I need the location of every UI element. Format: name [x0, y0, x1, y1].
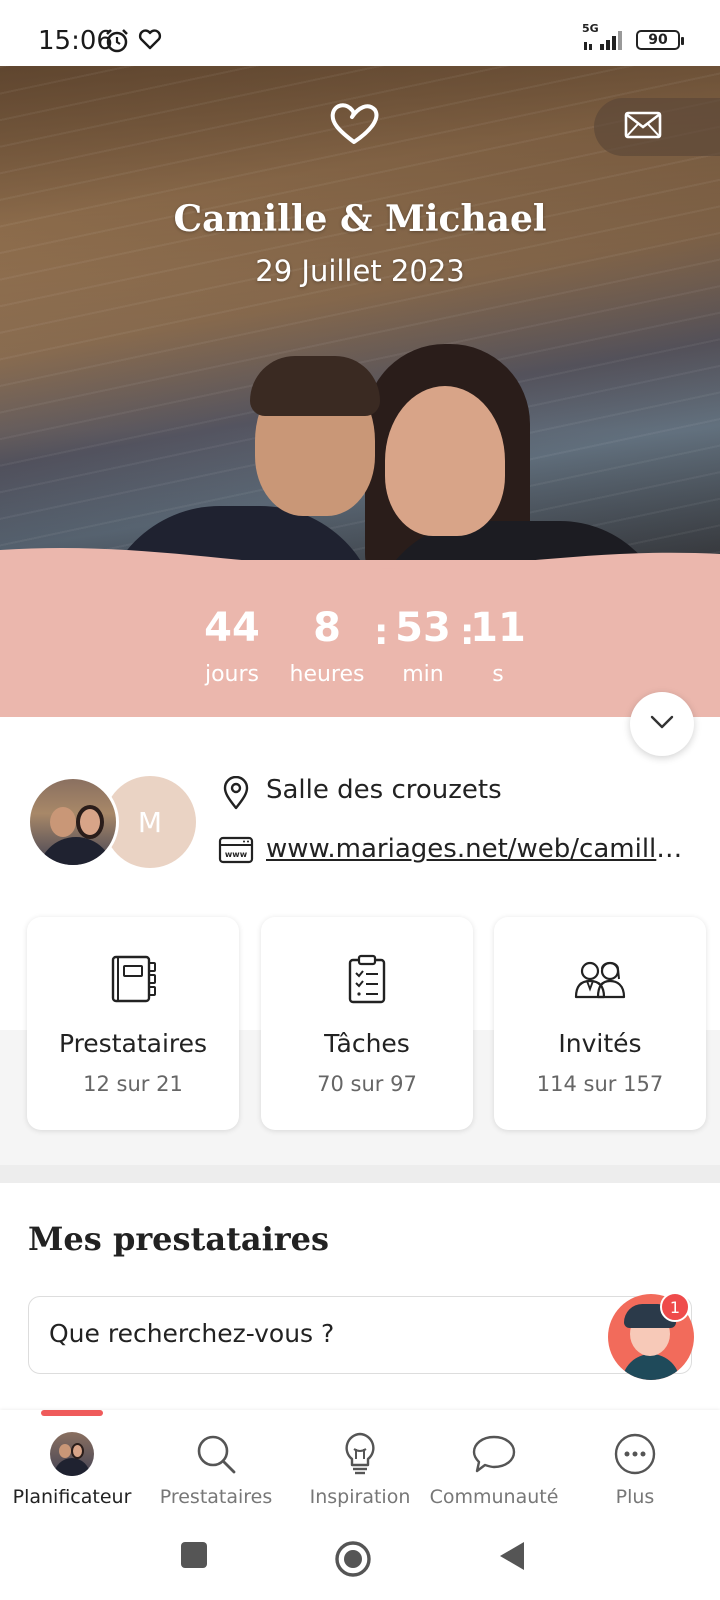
countdown-hours-label: heures	[289, 662, 365, 687]
nav-label: Planificateur	[12, 1486, 132, 1508]
recent-apps-button[interactable]	[179, 1540, 209, 1574]
status-time: 15:06	[38, 26, 113, 56]
guests-icon	[494, 953, 706, 1005]
notebook-icon	[27, 953, 239, 1005]
nav-label: Plus	[615, 1486, 655, 1508]
countdown-minutes-label: min	[402, 662, 444, 687]
clipboard-checklist-icon	[261, 953, 473, 1005]
nav-avatar-face-1	[59, 1444, 71, 1458]
messages-button[interactable]	[594, 98, 720, 156]
nav-planificateur[interactable]: Planificateur	[0, 1430, 144, 1508]
assistant-body	[622, 1354, 680, 1380]
profile-photo-icon	[0, 1430, 144, 1478]
chevron-down-icon	[649, 714, 675, 734]
card-prestataires[interactable]: Prestataires 12 sur 21	[27, 917, 239, 1130]
wedding-date: 29 Juillet 2023	[255, 254, 465, 288]
nav-avatar	[50, 1432, 94, 1476]
countdown-minutes-value: 53	[395, 605, 451, 651]
battery-indicator: 90	[636, 30, 684, 50]
countdown-days-value: 44	[204, 605, 260, 651]
card-invites[interactable]: Invités 114 sur 157	[494, 917, 706, 1130]
countdown-days: 44 jours	[192, 608, 272, 687]
card-title: Prestataires	[58, 1029, 208, 1058]
couple-names: Camille & Michael	[173, 198, 547, 240]
photo-person-2-face	[385, 386, 505, 536]
countdown-minutes: 53 min	[386, 608, 460, 687]
lightbulb-icon	[288, 1430, 432, 1478]
nav-communaute[interactable]: Communauté	[422, 1430, 566, 1508]
card-count: 12 sur 21	[83, 1072, 183, 1096]
search-placeholder: Que recherchez-vous ?	[49, 1319, 335, 1348]
countdown-seconds-label: s	[492, 662, 504, 687]
countdown-hours: 8 heures	[280, 608, 374, 687]
website-icon: www	[218, 835, 254, 869]
countdown-hours-value: 8	[313, 605, 341, 651]
hero-photo[interactable]: Camille & Michael 29 Juillet 2023	[0, 66, 720, 586]
nav-plus[interactable]: Plus	[563, 1430, 707, 1508]
expand-button[interactable]	[630, 692, 694, 756]
wedding-website-link[interactable]: www.mariages.net/web/camille-...	[266, 834, 696, 864]
countdown-seconds: 11 s	[470, 608, 526, 687]
more-icon	[563, 1430, 707, 1478]
chat-bubble-icon	[422, 1430, 566, 1478]
countdown-seconds-value: 11	[470, 605, 526, 651]
nav-avatar-face-2	[71, 1443, 84, 1459]
notification-badge: 1	[660, 1292, 690, 1322]
card-count: 114 sur 157	[536, 1072, 664, 1096]
nav-label: Communauté	[429, 1486, 559, 1508]
home-button[interactable]	[334, 1540, 372, 1582]
nav-label: Prestataires	[159, 1486, 273, 1508]
vendor-search-input[interactable]: Que recherchez-vous ?	[28, 1296, 692, 1374]
alarm-icon	[104, 28, 130, 58]
nav-label: Inspiration	[309, 1486, 411, 1508]
heart-status-icon	[138, 28, 162, 56]
card-title: Invités	[558, 1029, 642, 1058]
heart-logo-icon	[328, 100, 380, 150]
active-tab-indicator	[41, 1410, 103, 1416]
avatar-face-1	[50, 807, 76, 837]
card-count: 70 sur 97	[317, 1072, 417, 1096]
countdown-wave	[0, 547, 720, 590]
nav-inspiration[interactable]: Inspiration	[288, 1430, 432, 1508]
couple-avatar[interactable]	[27, 776, 119, 868]
venue-name[interactable]: Salle des crouzets	[266, 775, 502, 805]
nav-prestataires[interactable]: Prestataires	[144, 1430, 288, 1508]
partner-avatar-initial: M	[137, 805, 163, 839]
section-divider	[0, 1165, 720, 1183]
section-title: Mes prestataires	[28, 1220, 329, 1258]
back-button[interactable]	[497, 1540, 527, 1576]
svg-text:www: www	[225, 850, 248, 859]
location-pin-icon	[222, 775, 250, 814]
status-bar: 15:06 5G 90	[0, 0, 720, 66]
photo-person-1-hair	[250, 356, 380, 416]
countdown-days-label: jours	[204, 662, 260, 687]
card-title: Tâches	[324, 1029, 410, 1058]
card-taches[interactable]: Tâches 70 sur 97	[261, 917, 473, 1130]
signal-icon: 5G	[582, 22, 626, 52]
avatar-body	[38, 837, 114, 865]
avatar-face-2	[76, 805, 104, 839]
nav-avatar-body	[54, 1458, 90, 1476]
search-icon	[144, 1430, 288, 1478]
status-right: 5G 90	[582, 22, 684, 52]
mail-icon	[624, 111, 662, 143]
